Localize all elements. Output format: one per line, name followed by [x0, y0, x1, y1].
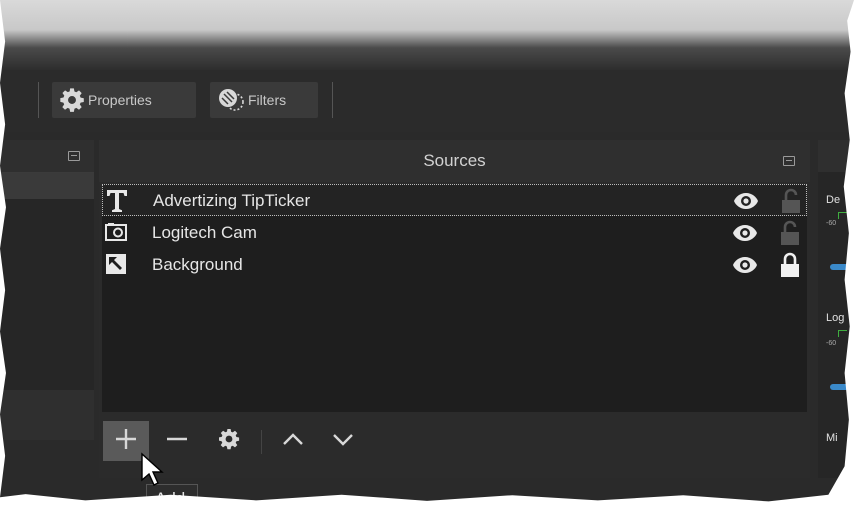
- source-name: Advertizing TipTicker: [153, 191, 311, 210]
- filters-icon: [216, 86, 246, 114]
- audio-mixer-panel: De -60 Log -60 Mi: [818, 140, 854, 478]
- source-item-advertizing-tipticker[interactable]: Advertizing TipTicker: [102, 184, 807, 216]
- move-up-button[interactable]: [275, 421, 311, 461]
- sources-title: Sources: [423, 151, 486, 170]
- gear-icon: [58, 86, 86, 114]
- meter-tick: -60: [826, 340, 837, 347]
- move-down-button[interactable]: [325, 421, 361, 461]
- remove-source-button[interactable]: [159, 421, 195, 461]
- source-properties-button[interactable]: [211, 421, 247, 461]
- scenes-panel: [0, 140, 94, 440]
- meter-marker: [838, 330, 847, 337]
- meter-tick: -60: [826, 220, 837, 227]
- sources-footer: [99, 416, 810, 478]
- volume-slider[interactable]: [830, 384, 854, 390]
- filters-label: Filters: [248, 92, 287, 108]
- properties-label: Properties: [88, 92, 152, 108]
- camera-source-icon: [105, 221, 127, 243]
- scene-toolbar: Properties Filters: [0, 70, 854, 132]
- float-panel-icon[interactable]: [783, 156, 795, 166]
- float-panel-icon[interactable]: [68, 151, 80, 161]
- footer-separator: [261, 430, 262, 454]
- scene-item-selected[interactable]: [0, 173, 94, 199]
- window-top: [0, 0, 854, 70]
- visibility-eye-icon[interactable]: [732, 255, 758, 275]
- audio-mixer-header: [818, 140, 854, 172]
- meter-marker: [838, 212, 847, 219]
- sources-panel-header: Sources: [99, 140, 810, 182]
- source-name: Background: [152, 255, 243, 274]
- filters-button[interactable]: Filters: [210, 82, 318, 118]
- screenshot-frame: Properties Filters Sources Advertizing T…: [0, 0, 854, 502]
- visibility-eye-icon[interactable]: [733, 191, 759, 211]
- mouse-cursor-icon: [140, 452, 164, 488]
- source-item-background[interactable]: Background: [102, 249, 807, 281]
- properties-button[interactable]: Properties: [52, 82, 196, 118]
- sources-list: Advertizing TipTicker Logitech Cam Backg…: [102, 184, 807, 412]
- remove-icon: [165, 427, 189, 456]
- toolbar-separator: [332, 82, 333, 118]
- mixer-channel-label: Log: [826, 312, 845, 324]
- gear-icon: [217, 427, 241, 456]
- source-name: Logitech Cam: [152, 223, 257, 242]
- scenes-panel-footer: [0, 390, 94, 440]
- add-icon: [114, 427, 138, 456]
- unlocked-icon[interactable]: [779, 220, 801, 246]
- scenes-panel-header: [0, 140, 94, 173]
- add-tooltip: Add: [146, 484, 198, 502]
- mixer-channel-label: De: [826, 194, 841, 206]
- volume-slider[interactable]: [830, 264, 854, 270]
- locked-icon[interactable]: [779, 252, 801, 278]
- chevron-up-icon: [281, 427, 305, 456]
- image-source-icon: [105, 253, 127, 275]
- text-source-icon: [106, 189, 128, 212]
- toolbar-separator: [38, 82, 39, 118]
- visibility-eye-icon[interactable]: [732, 223, 758, 243]
- chevron-down-icon: [331, 427, 355, 456]
- sources-panel: Sources Advertizing TipTicker Logitech C…: [99, 140, 810, 478]
- unlocked-icon[interactable]: [780, 188, 802, 214]
- mixer-channel-label: Mi: [826, 432, 838, 444]
- source-item-logitech-cam[interactable]: Logitech Cam: [102, 217, 807, 249]
